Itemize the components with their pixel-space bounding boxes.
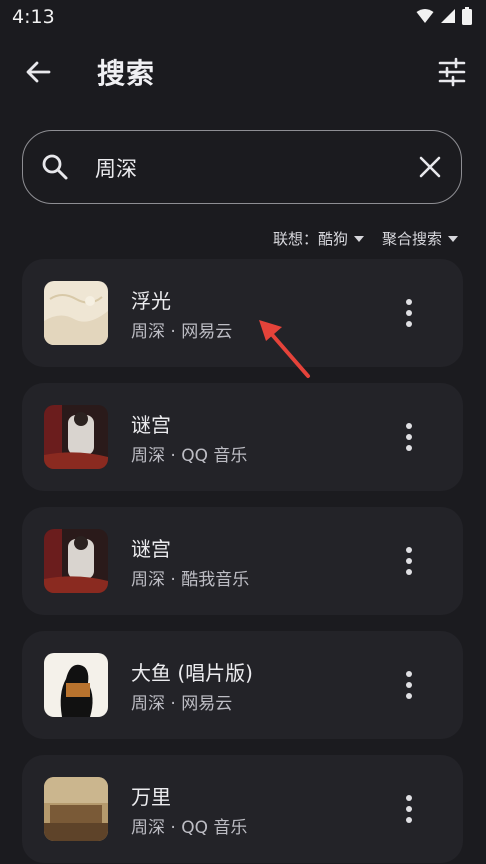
- song-title: 谜宫: [131, 537, 171, 561]
- search-filters: 联想：酷狗 聚合搜索: [273, 228, 458, 249]
- suggest-source-dropdown[interactable]: 联想：酷狗: [273, 228, 364, 249]
- aggregate-search-label: 聚合搜索: [381, 230, 442, 248]
- song-title: 谜宫: [131, 413, 171, 437]
- song-title: 浮光: [131, 289, 171, 313]
- song-subtitle: 周深 · 酷我音乐: [131, 570, 250, 590]
- signal-icon: [441, 9, 455, 23]
- result-item[interactable]: 浮光 周深 · 网易云: [22, 259, 463, 367]
- dropdown-caret-icon: [353, 235, 364, 242]
- search-box[interactable]: [22, 130, 462, 204]
- app-bar: 搜索: [0, 40, 486, 104]
- suggest-source-label: 联想：酷狗: [272, 230, 348, 248]
- more-options-icon[interactable]: [397, 421, 421, 453]
- back-arrow-icon[interactable]: [22, 56, 54, 88]
- song-subtitle: 周深 · 网易云: [131, 322, 233, 342]
- album-cover: [44, 405, 108, 469]
- aggregate-search-dropdown[interactable]: 聚合搜索: [382, 228, 458, 249]
- tune-settings-icon[interactable]: [436, 56, 468, 88]
- more-options-icon[interactable]: [397, 669, 421, 701]
- status-icons: [416, 7, 472, 25]
- song-title: 大鱼 (唱片版): [131, 661, 253, 685]
- album-cover: [44, 653, 108, 717]
- song-subtitle: 周深 · 网易云: [131, 694, 233, 714]
- annotation-arrow-icon: [259, 320, 310, 378]
- result-item[interactable]: 谜宫 周深 · 酷我音乐: [22, 507, 463, 615]
- battery-icon: [462, 7, 472, 25]
- result-item[interactable]: 万里 周深 · QQ 音乐: [22, 755, 463, 863]
- search-icon: [42, 154, 68, 180]
- result-item[interactable]: 谜宫 周深 · QQ 音乐: [22, 383, 463, 491]
- album-cover: [44, 777, 108, 841]
- album-cover: [44, 529, 108, 593]
- song-subtitle: 周深 · QQ 音乐: [131, 818, 248, 838]
- song-subtitle: 周深 · QQ 音乐: [131, 446, 248, 466]
- song-title: 万里: [131, 785, 171, 809]
- wifi-icon: [416, 9, 434, 23]
- clear-icon[interactable]: [417, 154, 443, 180]
- status-time: 4:13: [12, 6, 55, 28]
- album-cover: [44, 281, 108, 345]
- dropdown-caret-icon: [448, 235, 458, 242]
- status-bar: 4:13: [0, 0, 486, 34]
- more-options-icon[interactable]: [397, 545, 421, 577]
- more-options-icon[interactable]: [397, 793, 421, 825]
- more-options-icon[interactable]: [397, 297, 421, 329]
- result-item[interactable]: 大鱼 (唱片版) 周深 · 网易云: [22, 631, 463, 739]
- page-title: 搜索: [97, 57, 156, 90]
- search-input[interactable]: [93, 149, 397, 187]
